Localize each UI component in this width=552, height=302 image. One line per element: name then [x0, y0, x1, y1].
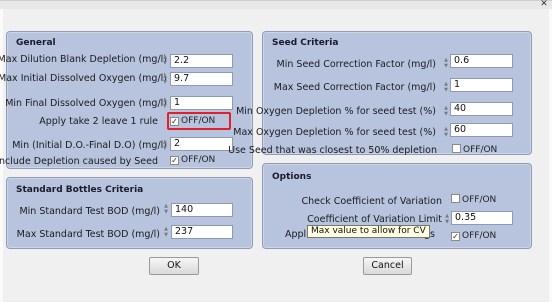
cancel-button[interactable]: Cancel — [363, 257, 412, 275]
apply-label-start: Appl — [285, 229, 307, 240]
max-standard-bod-spinner[interactable]: ▲ ▼ — [163, 226, 169, 238]
settings-dialog: ✕ General Max Dilution Blank Depletion (… — [0, 0, 552, 302]
spin-down-icon[interactable]: ▼ — [162, 145, 168, 151]
closest-seed-checkbox[interactable]: OFF/ON — [452, 144, 497, 155]
cv-limit-field[interactable]: 0.35 — [451, 211, 513, 225]
highlight-box — [167, 112, 231, 130]
spin-down-icon[interactable]: ▼ — [163, 232, 169, 238]
spin-down-icon[interactable]: ▼ — [163, 209, 169, 215]
min-seed-correction-field[interactable]: 0.6 — [450, 54, 513, 68]
title-bar: ✕ — [0, 0, 552, 9]
spin-down-icon[interactable]: ▼ — [444, 219, 450, 225]
check-cv-label: Check Coefficient of Variation — [301, 196, 442, 207]
max-standard-bod-field[interactable]: 237 — [171, 225, 233, 239]
max-oxygen-depletion-label: Max Oxygen Depletion % for seed test (%) — [233, 127, 436, 138]
cv-limit-label: Coefficient of Variation Limit — [307, 214, 442, 225]
max-seed-correction-spinner[interactable]: ▲ ▼ — [443, 81, 449, 93]
max-seed-correction-label: Max Seed Correction Factor (mg/l) — [273, 82, 436, 93]
max-oxygen-depletion-field[interactable]: 60 — [450, 123, 513, 137]
min-oxygen-depletion-label: Min Oxygen Depletion % for seed test (%) — [236, 106, 436, 117]
min-seed-correction-spinner[interactable]: ▲ ▼ — [443, 57, 449, 69]
closest-seed-check-label: OFF/ON — [463, 145, 498, 155]
seed-depletion-check-label: OFF/ON — [181, 155, 216, 165]
max-dilution-label: Max Dilution Blank Depletion (mg/l) — [0, 54, 167, 65]
max-initial-do-spinner[interactable]: ▲ ▼ — [162, 73, 168, 85]
check-icon: ✓ — [451, 232, 460, 241]
apply-checkbox[interactable]: ✓ OFF/ON — [451, 231, 496, 241]
min-diff-spinner[interactable]: ▲ ▼ — [162, 139, 168, 151]
min-final-do-spinner[interactable]: ▲ ▼ — [162, 97, 168, 109]
min-oxygen-depletion-spinner[interactable]: ▲ ▼ — [443, 105, 449, 117]
cv-tooltip: Max value to allow for CV — [307, 225, 430, 238]
min-standard-bod-spinner[interactable]: ▲ ▼ — [163, 203, 169, 215]
max-seed-correction-field[interactable]: 1 — [450, 78, 513, 92]
max-initial-do-label: Max Initial Dissolved Oxygen (mg/l) — [0, 73, 167, 84]
min-diff-label: Min (Initial D.O.-Final D.O) (mg/l) — [12, 140, 167, 151]
seed-depletion-checkbox[interactable]: ✓ OFF/ON — [170, 155, 215, 165]
spin-down-icon[interactable]: ▼ — [443, 111, 449, 117]
spin-down-icon[interactable]: ▼ — [443, 87, 449, 93]
ok-button[interactable]: OK — [149, 257, 199, 275]
take2-label: Apply take 2 leave 1 rule — [39, 116, 158, 127]
min-seed-correction-label: Min Seed Correction Factor (mg/l) — [276, 59, 436, 70]
check-cv-checkbox[interactable]: OFF/ON — [451, 194, 496, 205]
checkbox-box — [452, 144, 461, 153]
max-standard-bod-label: Max Standard Test BOD (mg/l) — [16, 229, 160, 240]
max-oxygen-depletion-spinner[interactable]: ▲ ▼ — [443, 126, 449, 138]
min-standard-bod-label: Min Standard Test BOD (mg/l) — [19, 206, 160, 217]
spin-down-icon[interactable]: ▼ — [162, 103, 168, 109]
check-icon: ✓ — [170, 156, 179, 165]
cv-limit-spinner[interactable]: ▲ ▼ — [444, 213, 450, 225]
max-dilution-field[interactable]: 2.2 — [170, 54, 233, 68]
check-cv-check-label: OFF/ON — [462, 195, 497, 205]
min-standard-bod-field[interactable]: 140 — [171, 203, 233, 217]
min-final-do-field[interactable]: 1 — [170, 96, 233, 110]
options-title: Options — [272, 172, 312, 182]
closest-seed-label: Use Seed that was closest to 50% depleti… — [228, 145, 437, 156]
close-icon[interactable]: ✕ — [538, 0, 550, 9]
max-dilution-spinner[interactable]: ▲ ▼ — [162, 54, 168, 66]
min-diff-field[interactable]: 2 — [170, 137, 233, 151]
min-final-do-label: Min Final Dissolved Oxygen (mg/l) — [5, 98, 167, 109]
spin-down-icon[interactable]: ▼ — [443, 132, 449, 138]
general-title: General — [16, 38, 56, 48]
max-initial-do-field[interactable]: 9.7 — [170, 72, 233, 86]
apply-check-label: OFF/ON — [462, 231, 497, 241]
seed-depletion-label: Include Depletion caused by Seed — [0, 156, 158, 167]
seed-criteria-title: Seed Criteria — [272, 38, 339, 48]
standard-bottles-title: Standard Bottles Criteria — [16, 185, 144, 195]
min-oxygen-depletion-field[interactable]: 40 — [450, 102, 513, 116]
spin-down-icon[interactable]: ▼ — [443, 63, 449, 69]
spin-down-icon[interactable]: ▼ — [162, 79, 168, 85]
checkbox-box — [451, 194, 460, 203]
spin-down-icon[interactable]: ▼ — [162, 60, 168, 66]
